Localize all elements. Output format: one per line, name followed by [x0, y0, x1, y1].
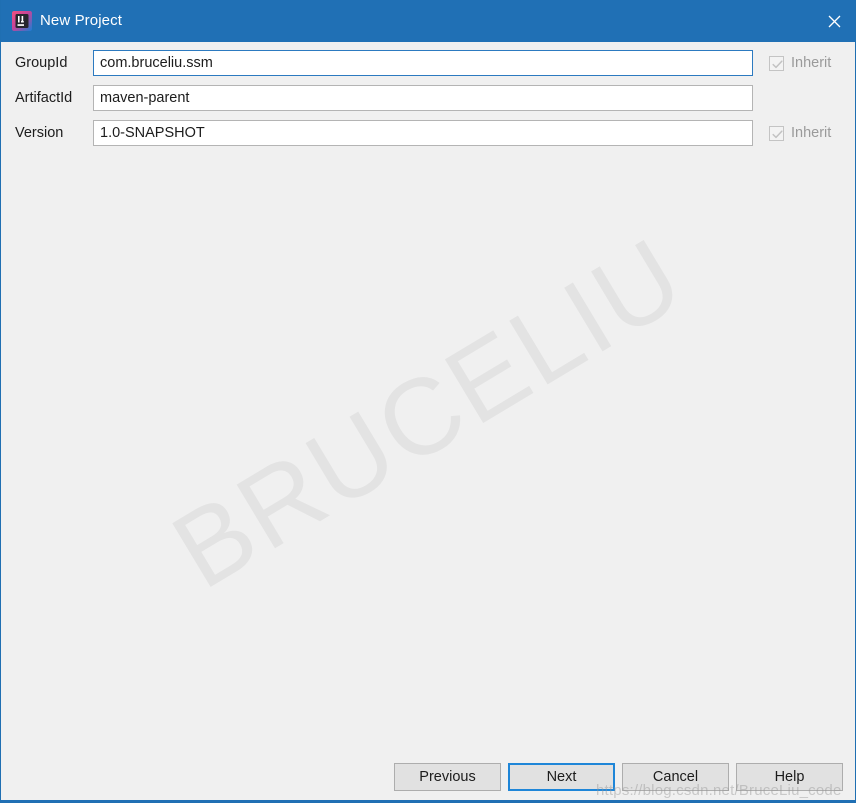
checkbox-checked-icon[interactable]: [769, 56, 784, 71]
cancel-button[interactable]: Cancel: [622, 763, 729, 791]
dialog-button-bar: Previous Next Cancel Help: [1, 763, 855, 791]
diagonal-watermark: BRUCELIU: [1, 192, 855, 632]
new-project-dialog: New Project BRUCELIU GroupId Inherit: [0, 0, 856, 803]
groupid-inherit-label: Inherit: [791, 55, 832, 71]
next-button[interactable]: Next: [508, 763, 615, 791]
groupid-inherit-checkbox[interactable]: Inherit: [769, 54, 831, 73]
window-title: New Project: [40, 12, 122, 29]
version-inherit-label: Inherit: [791, 125, 832, 141]
title-bar: New Project: [1, 0, 855, 42]
checkbox-checked-icon[interactable]: [769, 126, 784, 141]
form-row-version: Version Inherit: [1, 120, 855, 146]
version-input[interactable]: [93, 120, 753, 146]
form-row-groupid: GroupId Inherit: [1, 50, 855, 76]
close-icon[interactable]: [811, 0, 855, 42]
form-row-artifactid: ArtifactId: [1, 85, 855, 111]
groupid-input[interactable]: [93, 50, 753, 76]
artifactid-input[interactable]: [93, 85, 753, 111]
version-label: Version: [15, 125, 64, 141]
artifactid-label: ArtifactId: [15, 90, 73, 106]
version-inherit-checkbox[interactable]: Inherit: [769, 124, 831, 143]
help-button[interactable]: Help: [736, 763, 843, 791]
watermark-text: BRUCELIU: [152, 213, 704, 611]
groupid-label: GroupId: [15, 55, 68, 71]
dialog-content: BRUCELIU GroupId Inherit ArtifactId Vers…: [1, 42, 855, 801]
intellij-idea-icon: [12, 11, 32, 31]
bottom-accent-line: [1, 800, 855, 802]
previous-button[interactable]: Previous: [394, 763, 501, 791]
